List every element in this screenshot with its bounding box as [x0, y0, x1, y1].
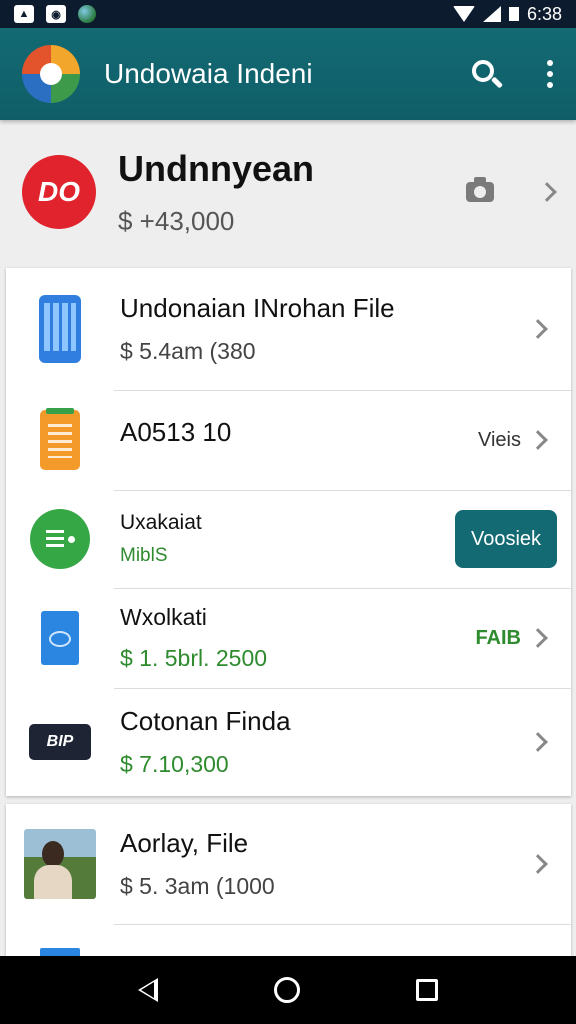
more-vert-icon[interactable]: [544, 60, 556, 88]
app-logo-icon[interactable]: [22, 45, 80, 103]
list-item[interactable]: [6, 924, 571, 958]
item-badge: Vieis: [478, 428, 521, 451]
battery-icon: [508, 7, 519, 21]
status-bar: ▲ ◉ 6:38: [0, 0, 576, 28]
photo-icon: [24, 829, 96, 899]
app-title: Undowaia Indeni: [104, 58, 313, 89]
profile-header[interactable]: DO Undnnyean $ +43,000: [0, 122, 576, 262]
item-title: Uxakaiat: [120, 511, 202, 534]
item-title: Cotonan Finda: [120, 706, 291, 736]
eye-icon: ◉: [46, 5, 66, 23]
action-button[interactable]: Voosiek: [455, 510, 557, 568]
camera-icon[interactable]: [466, 177, 494, 202]
item-subtitle: $ 1. 5brl. 2500: [120, 645, 268, 671]
list-item[interactable]: Uxakaiat MiblS Voosiek: [6, 490, 571, 588]
list-item[interactable]: A0513 10 Vieis: [6, 390, 571, 490]
chat-icon: [30, 509, 90, 569]
list-item[interactable]: Aorlay, File $ 5. 3am (1000: [6, 804, 571, 924]
home-icon[interactable]: [274, 977, 300, 1003]
item-title: A0513 10: [120, 416, 232, 447]
list-item[interactable]: Undonaian INrohan File $ 5.4am (380: [6, 268, 571, 390]
items-card-2: Aorlay, File $ 5. 3am (1000: [6, 804, 571, 958]
navigation-bar: [0, 956, 576, 1024]
notes-icon: [40, 408, 80, 470]
clock: 6:38: [526, 3, 562, 24]
phone-icon: [39, 295, 81, 363]
globe-icon: [78, 5, 96, 23]
app-bar: Undowaia Indeni: [0, 28, 576, 120]
chevron-right-icon: [528, 430, 548, 450]
chevron-right-icon: [528, 854, 548, 874]
chevron-right-icon[interactable]: [537, 182, 557, 202]
chevron-right-icon: [528, 319, 548, 339]
item-subtitle: $ 5.4am (380: [120, 338, 256, 364]
recents-icon[interactable]: [416, 979, 438, 1001]
item-title: Undonaian INrohan File: [120, 293, 395, 323]
item-subtitle: MiblS: [120, 545, 168, 566]
wifi-icon: [452, 6, 475, 22]
chevron-right-icon: [528, 628, 548, 648]
signal-icon: [482, 6, 501, 22]
item-title: Aorlay, File: [120, 828, 249, 858]
image-icon: ▲: [14, 5, 34, 23]
item-subtitle: $ 5. 3am (1000: [120, 873, 275, 899]
item-title: Wxolkati: [120, 604, 207, 630]
list-item[interactable]: Wxolkati $ 1. 5brl. 2500 FAIB: [6, 588, 571, 688]
profile-avatar: DO: [22, 155, 96, 229]
notification-icons: ▲ ◉: [14, 5, 96, 23]
system-icons: 6:38: [452, 3, 562, 25]
item-badge: FAIB: [475, 626, 521, 649]
items-card: Undonaian INrohan File $ 5.4am (380 A051…: [6, 268, 571, 796]
profile-name: Undnnyean: [118, 147, 315, 189]
profile-amount: $ +43,000: [118, 205, 235, 236]
card-icon: [41, 611, 79, 665]
search-button[interactable]: [468, 56, 504, 92]
chevron-right-icon: [528, 732, 548, 752]
list-item[interactable]: BIP Cotonan Finda $ 7.10,300: [6, 688, 571, 796]
bank-card-icon: BIP: [29, 724, 91, 760]
back-icon[interactable]: [138, 978, 158, 1002]
item-subtitle: $ 7.10,300: [120, 751, 229, 777]
